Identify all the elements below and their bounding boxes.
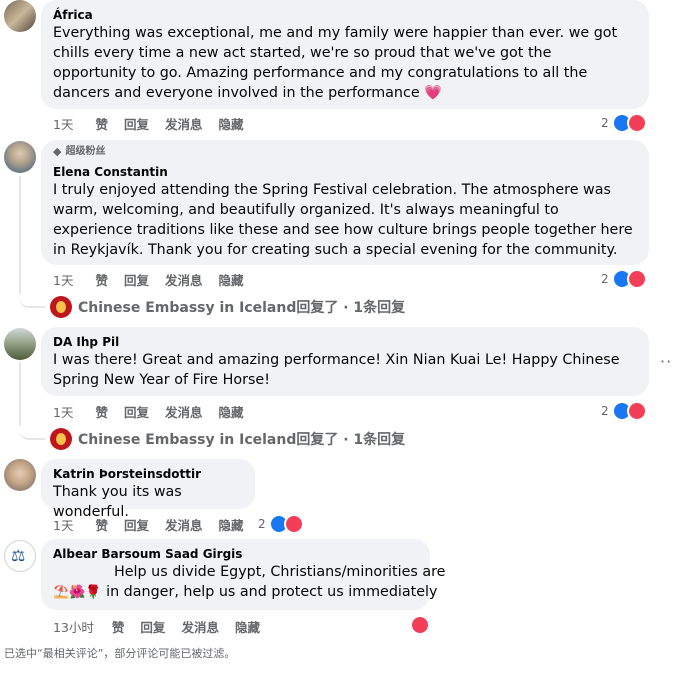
reply-summary: Chinese Embassy in Iceland回复了 · 1条回复 [78, 432, 406, 448]
view-replies-link[interactable]: Chinese Embassy in Iceland回复了 · 1条回复 [50, 296, 405, 318]
hide-button[interactable]: 隐藏 [219, 270, 244, 289]
message-button[interactable]: 发消息 [165, 114, 203, 133]
like-button[interactable]: 赞 [95, 402, 108, 421]
avatar[interactable] [4, 141, 36, 173]
comment-bubble: África Everything was exceptional, me an… [41, 0, 649, 109]
thread-line [19, 176, 21, 294]
like-button[interactable]: 赞 [112, 617, 125, 636]
comment-author[interactable]: Albear Barsoum Saad Girgis [53, 546, 418, 562]
comment-text: I truly enjoyed attending the Spring Fes… [53, 182, 633, 258]
reply-button[interactable]: 回复 [124, 402, 149, 421]
comment-author[interactable]: África [53, 7, 637, 23]
comment-actions: 1天 赞 回复 发消息 隐藏 [53, 270, 260, 289]
comment-text-line: Help us divide Egypt, Christians/minorit… [114, 564, 446, 580]
comment-text: I was there! Great and amazing performan… [53, 352, 620, 388]
embassy-avatar [50, 428, 72, 450]
love-reaction-icon [283, 514, 304, 534]
thread-connector [19, 284, 45, 308]
react-button[interactable] [410, 615, 430, 635]
reaction-summary[interactable]: 2 [601, 269, 647, 289]
comment-author[interactable]: Katrin Þorsteinsdottir [53, 466, 243, 482]
hide-button[interactable]: 隐藏 [219, 402, 244, 421]
reply-button[interactable]: 回复 [124, 270, 149, 289]
hide-button[interactable]: 隐藏 [235, 617, 260, 636]
avatar[interactable] [4, 328, 36, 360]
comment-time[interactable]: 1天 [53, 114, 73, 133]
avatar[interactable] [4, 459, 36, 491]
like-button[interactable]: 赞 [95, 114, 108, 133]
more-options-button[interactable]: ··· [660, 352, 673, 371]
message-button[interactable]: 发消息 [165, 515, 203, 534]
reaction-count: 2 [601, 404, 609, 418]
reply-button[interactable]: 回复 [140, 617, 165, 636]
reaction-summary[interactable]: 2 [258, 514, 304, 534]
love-reaction-icon [626, 269, 647, 289]
message-button[interactable]: 发消息 [165, 402, 203, 421]
reply-button[interactable]: 回复 [124, 114, 149, 133]
thread-connector [19, 416, 45, 440]
comment-actions: 1天 赞 回复 发消息 隐藏 [53, 402, 260, 421]
comment-text-line: ⛱️🌺🌹 in danger, help us and protect us i… [53, 582, 438, 603]
diamond-icon: ◆ [53, 145, 62, 158]
message-button[interactable]: 发消息 [165, 270, 203, 289]
comment-text: in danger, help us and protect us immedi… [106, 584, 438, 600]
comment-time[interactable]: 1天 [53, 270, 73, 289]
avatar[interactable]: ⚖ [4, 540, 36, 572]
comment-bubble: Albear Barsoum Saad Girgis Help us divid… [41, 539, 446, 610]
hide-button[interactable]: 隐藏 [219, 114, 244, 133]
reaction-count: 2 [258, 517, 266, 531]
filter-notice: 已选中“最相关评论”，部分评论可能已被过滤。 [4, 647, 236, 660]
comment-bubble: Katrin Þorsteinsdottir Thank you its was… [41, 459, 255, 520]
emoji-sequence: ⛱️🌺🌹 [53, 585, 102, 600]
badge-label: 超级粉丝 [65, 146, 106, 157]
message-button[interactable]: 发消息 [181, 617, 219, 636]
reaction-summary[interactable]: 2 [601, 113, 647, 133]
reply-button[interactable]: 回复 [124, 515, 149, 534]
comment-actions: 1天 赞 回复 发消息 隐藏 [53, 114, 260, 133]
top-fan-badge: ◆ 超级粉丝 [53, 145, 637, 159]
comment-author[interactable]: Elena Constantin [53, 164, 637, 180]
reaction-summary[interactable]: 2 [601, 401, 647, 421]
reaction-count: 2 [601, 116, 609, 130]
comment-actions: 13小时 赞 回复 发消息 隐藏 [53, 617, 276, 636]
reply-summary: Chinese Embassy in Iceland回复了 · 1条回复 [78, 300, 406, 316]
avatar[interactable] [4, 0, 36, 32]
reaction-count: 2 [601, 272, 609, 286]
comment-text: Everything was exceptional, me and my fa… [53, 25, 618, 101]
comment-bubble: DA Ihp Pil I was there! Great and amazin… [41, 327, 649, 396]
comment-bubble: ◆ 超级粉丝 Elena Constantin I truly enjoyed … [41, 140, 649, 265]
love-reaction-icon [410, 615, 430, 635]
view-replies-link[interactable]: Chinese Embassy in Iceland回复了 · 1条回复 [50, 428, 405, 450]
love-reaction-icon [626, 113, 647, 133]
hide-button[interactable]: 隐藏 [219, 515, 244, 534]
embassy-avatar [50, 296, 72, 318]
comment-time[interactable]: 1天 [53, 515, 73, 534]
comment-actions: 1天 赞 回复 发消息 隐藏 [53, 515, 260, 534]
like-button[interactable]: 赞 [95, 515, 108, 534]
love-reaction-icon [626, 401, 647, 421]
like-button[interactable]: 赞 [95, 270, 108, 289]
comment-time[interactable]: 13小时 [53, 617, 94, 636]
scales-emblem-icon: ⚖ [11, 546, 26, 565]
comment-time[interactable]: 1天 [53, 402, 73, 421]
comment-author[interactable]: DA Ihp Pil [53, 334, 637, 350]
